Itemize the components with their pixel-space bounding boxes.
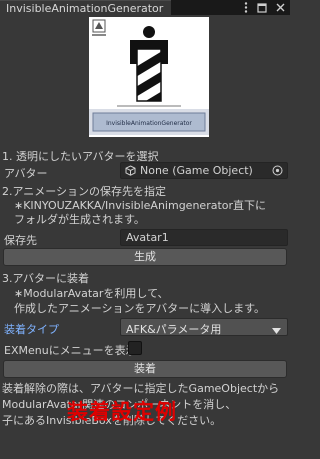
generate-button[interactable]: 生成: [3, 248, 287, 266]
window-title: InvisibleAnimationGenerator: [6, 2, 164, 15]
close-icon[interactable]: [272, 0, 288, 15]
save-path-label: 保存先: [4, 234, 37, 247]
section3-heading: 3.アバターに装着: [2, 272, 90, 285]
attach-type-value: AFK&パラメータ用: [126, 323, 222, 336]
tool-logo-image: InvisibleAnimationGenerator: [89, 17, 209, 137]
logo-figure-icon: InvisibleAnimationGenerator: [89, 19, 209, 135]
section3-note-line2: 作成したアニメーションをアバターに導入します。: [14, 302, 266, 315]
window-tabbar: InvisibleAnimationGenerator: [0, 0, 290, 15]
avatar-object-field[interactable]: None (Game Object): [120, 162, 288, 179]
logo-banner-text: InvisibleAnimationGenerator: [106, 120, 192, 127]
footer-line1: 装着解除の際は、アバターに指定したGameObjectから: [2, 382, 280, 395]
maximize-icon[interactable]: [254, 0, 270, 15]
save-path-value: Avatar1: [126, 231, 169, 244]
chevron-down-icon: [272, 324, 281, 337]
cube-icon: [125, 165, 136, 179]
avatar-value: None (Game Object): [140, 164, 253, 177]
overlay-caption: 装着設定例: [67, 400, 177, 424]
section3-note-line1: ∗ModularAvatarを利用して、: [14, 287, 169, 300]
kebab-menu-icon[interactable]: [238, 0, 254, 15]
attach-button[interactable]: 装着: [3, 360, 287, 378]
window-tab[interactable]: InvisibleAnimationGenerator: [0, 0, 171, 15]
attach-type-dropdown[interactable]: AFK&パラメータ用: [120, 318, 288, 336]
section2-note-line2: フォルダが生成されます。: [14, 213, 145, 226]
avatar-label: アバター: [4, 167, 48, 180]
save-path-input[interactable]: Avatar1: [120, 229, 288, 246]
exmenu-label: EXMenuにメニューを表示: [4, 344, 137, 357]
exmenu-checkbox[interactable]: [128, 341, 142, 355]
attach-type-label: 装着タイプ: [4, 323, 59, 336]
object-picker-icon[interactable]: [272, 165, 283, 179]
